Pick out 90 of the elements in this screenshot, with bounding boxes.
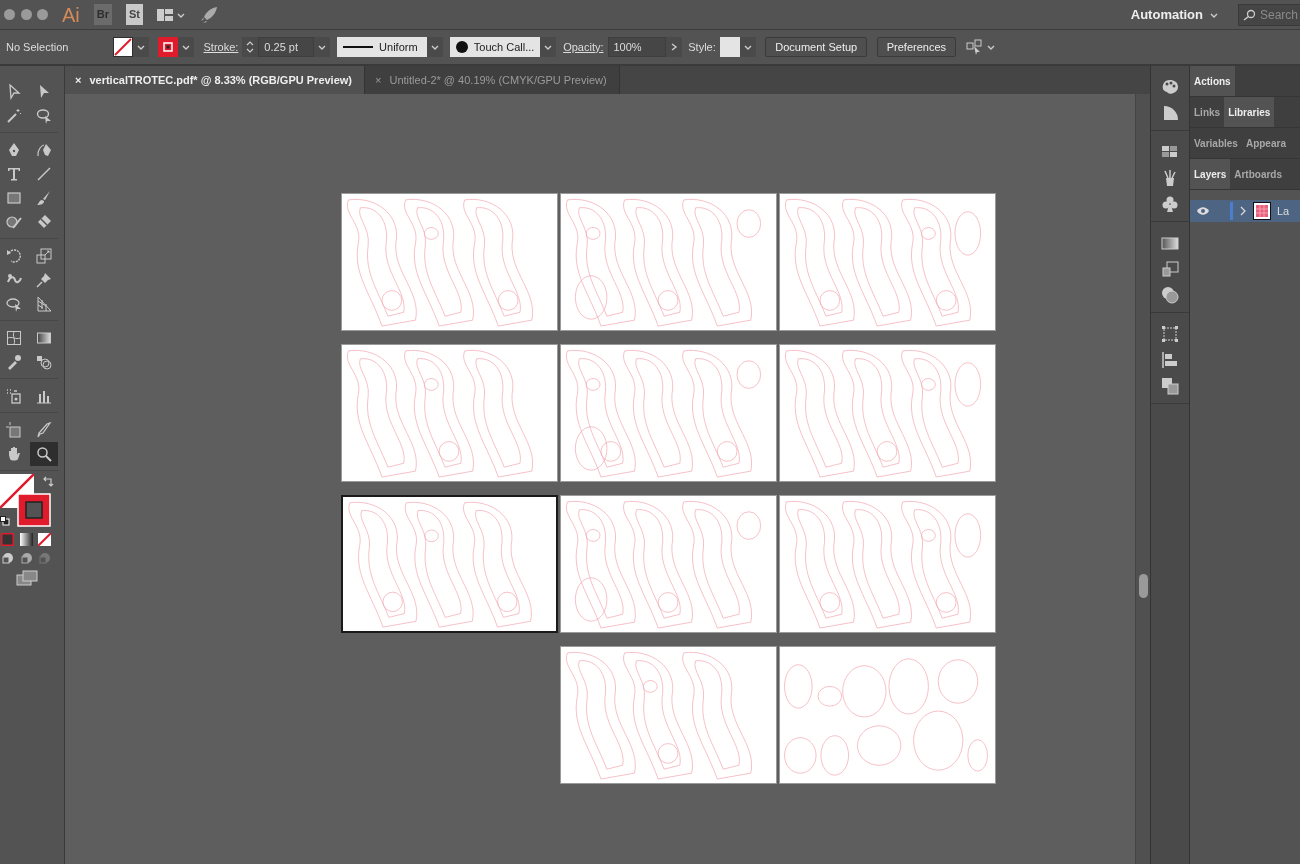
search-icon [36,446,52,462]
opacity-field[interactable]: 100% [607,37,666,57]
panel-tab[interactable]: Variables [1190,128,1242,158]
document-tab[interactable]: × verticalTROTEC.pdf* @ 8.33% (RGB/GPU Preview) [65,66,365,94]
pen-icon [36,142,52,158]
transparency-icon[interactable] [1161,260,1179,278]
knife-icon [36,422,52,438]
hand-icon [6,446,22,462]
rotate-icon [6,248,22,264]
panel-tab[interactable]: Appeara [1241,128,1290,158]
color-mode-icon[interactable] [1,532,14,546]
workspace-layout-icon[interactable] [157,8,174,21]
rectangle-icon [6,190,22,206]
spray-can-icon [6,388,22,404]
opacity-label[interactable]: Opacity: [563,38,604,56]
close-button[interactable]: × [375,71,382,89]
align-icon[interactable] [1161,351,1179,369]
stroke-label[interactable]: Stroke: [203,38,239,56]
arrow-icon [6,84,22,100]
scrollbar-thumb[interactable] [1139,574,1148,598]
gradient-mode-icon[interactable] [19,532,33,546]
toolbar-button[interactable]: Preferences [876,37,956,57]
close-button[interactable]: × [75,71,82,89]
panel-tab[interactable]: Libraries [1224,97,1275,127]
swap-arrow-icon[interactable] [42,476,54,488]
line-icon [36,166,52,182]
blend-icon [36,354,52,370]
gradient-icon[interactable] [1161,234,1179,252]
default-colors-icon[interactable] [0,516,10,526]
eraser-icon [36,214,52,230]
screen-mode-icon[interactable] [16,569,38,586]
style-swatch[interactable] [719,37,740,57]
pin-icon [36,272,52,288]
stepper-icon[interactable] [245,39,256,55]
pen-icon [6,142,22,158]
transform-icon[interactable] [1161,325,1179,343]
panel-tab[interactable]: Actions [1190,66,1235,96]
chevron-icon[interactable] [1239,206,1247,216]
club-icon[interactable] [1161,195,1179,213]
gradient-icon [36,330,52,346]
profile-dropdown[interactable]: Uniform [337,37,428,57]
window-control[interactable] [4,9,15,20]
selection-status: No Selection [6,39,70,55]
draw-mode-icon[interactable] [1,551,14,565]
style-label: Style: [688,39,716,55]
document-tab[interactable]: × Untitled-2* @ 40.19% (CMYK/GPU Preview) [365,66,620,94]
panel-tab[interactable]: Links [1190,97,1225,127]
window-control[interactable] [20,9,32,20]
fill-none-swatch[interactable] [112,37,133,57]
select-similar-icon[interactable] [965,39,984,55]
stroke-swatch[interactable] [17,493,51,527]
panel-tab[interactable]: Layers [1190,159,1231,189]
eyedropper-icon [6,354,22,370]
lasso-icon [36,108,52,124]
brush-dot-icon [455,41,468,53]
app-logo: Ai [62,2,80,28]
free-transform-icon [6,296,22,312]
magic-wand-icon [6,108,22,124]
rocket-icon[interactable] [199,5,218,24]
line-icon [343,45,374,49]
mesh-icon [6,330,22,346]
search-field[interactable]: Search [1238,3,1300,26]
artboard-icon [6,422,22,438]
shaper-icon [6,214,22,230]
toolbar-button[interactable]: Document Setup [765,37,868,57]
stock-button[interactable]: St [126,4,144,25]
palette-icon[interactable] [1161,78,1179,96]
type-icon [6,166,22,182]
window-control[interactable] [37,9,48,20]
panel-tab[interactable]: Artboards [1230,159,1287,189]
stroke-weight-field[interactable]: 0.25 pt [258,37,315,57]
brush-dropdown[interactable]: Touch Call... [449,37,541,57]
stroke-swatch[interactable] [158,37,178,57]
paintbrush-icon [36,190,52,206]
search-icon [1243,8,1257,21]
scale-icon [36,248,52,264]
workspace-label: Automation [1130,5,1203,24]
layer-row[interactable]: La [1190,200,1300,222]
layer-name: La [1277,203,1290,219]
brushes-icon[interactable] [1161,169,1179,187]
eye-icon[interactable] [1196,206,1210,216]
circles-icon[interactable] [1161,286,1179,304]
tool-button[interactable] [30,442,58,466]
pathfinder-icon[interactable] [1161,377,1179,395]
draw-mode-icon[interactable] [19,551,33,565]
search-input[interactable]: Search [1260,5,1300,24]
layer-thumbnail [1253,202,1271,220]
bar-graph-icon [36,388,52,404]
perspective-grid-icon [36,296,52,312]
none-mode-icon[interactable] [38,532,51,546]
